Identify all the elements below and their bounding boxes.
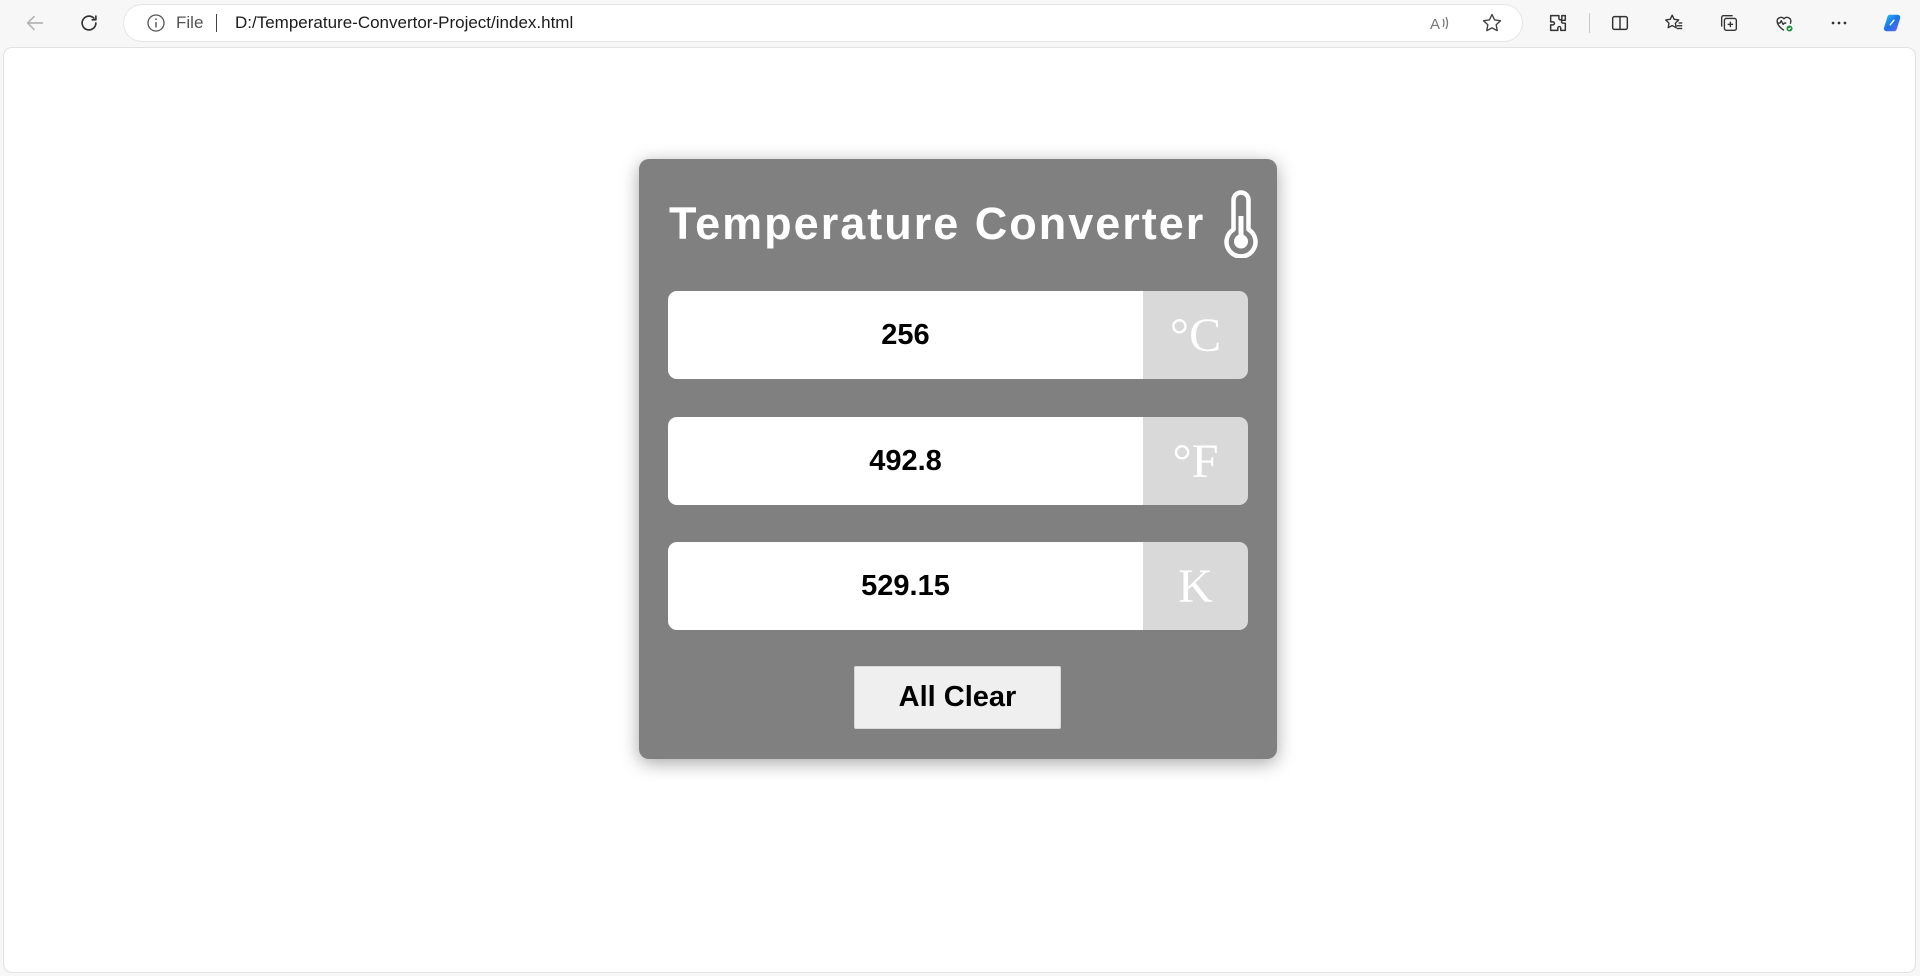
browser-essentials-icon[interactable] bbox=[1766, 6, 1802, 40]
fahrenheit-row: °F bbox=[668, 417, 1248, 505]
fahrenheit-input[interactable] bbox=[668, 417, 1143, 505]
refresh-icon[interactable] bbox=[71, 6, 107, 40]
celsius-input[interactable] bbox=[668, 291, 1143, 379]
browser-toolbar: File D:/Temperature-Convertor-Project/in… bbox=[0, 0, 1920, 46]
favorite-star-icon[interactable] bbox=[1480, 11, 1504, 35]
celsius-row: °C bbox=[668, 291, 1248, 379]
url-text[interactable]: D:/Temperature-Convertor-Project/index.h… bbox=[235, 13, 573, 33]
kelvin-row: K bbox=[668, 542, 1248, 630]
kelvin-unit-label: K bbox=[1143, 542, 1248, 630]
read-aloud-icon[interactable]: A bbox=[1428, 11, 1452, 35]
back-arrow-icon[interactable] bbox=[17, 6, 53, 40]
fahrenheit-unit-label: °F bbox=[1143, 417, 1248, 505]
kelvin-input[interactable] bbox=[668, 542, 1143, 630]
info-icon[interactable] bbox=[146, 13, 166, 33]
more-options-icon[interactable] bbox=[1821, 6, 1857, 40]
address-separator bbox=[216, 14, 217, 32]
address-bar[interactable]: File D:/Temperature-Convertor-Project/in… bbox=[124, 5, 1522, 41]
favorites-icon[interactable] bbox=[1656, 6, 1692, 40]
toolbar-divider bbox=[1589, 13, 1590, 33]
celsius-unit-label: °C bbox=[1143, 291, 1248, 379]
address-scheme-label: File bbox=[176, 13, 204, 32]
all-clear-button[interactable]: All Clear bbox=[854, 666, 1061, 729]
copilot-icon[interactable] bbox=[1875, 6, 1911, 40]
split-screen-icon[interactable] bbox=[1602, 6, 1638, 40]
svg-text:A: A bbox=[1430, 16, 1440, 33]
extensions-icon[interactable] bbox=[1540, 6, 1576, 40]
collections-icon[interactable] bbox=[1711, 6, 1747, 40]
thermometer-icon bbox=[1224, 190, 1259, 258]
page-title: Temperature Converter bbox=[669, 198, 1206, 249]
converter-card: Temperature Converter °C °F K All Clear bbox=[639, 159, 1277, 759]
title-row: Temperature Converter bbox=[669, 189, 1261, 259]
